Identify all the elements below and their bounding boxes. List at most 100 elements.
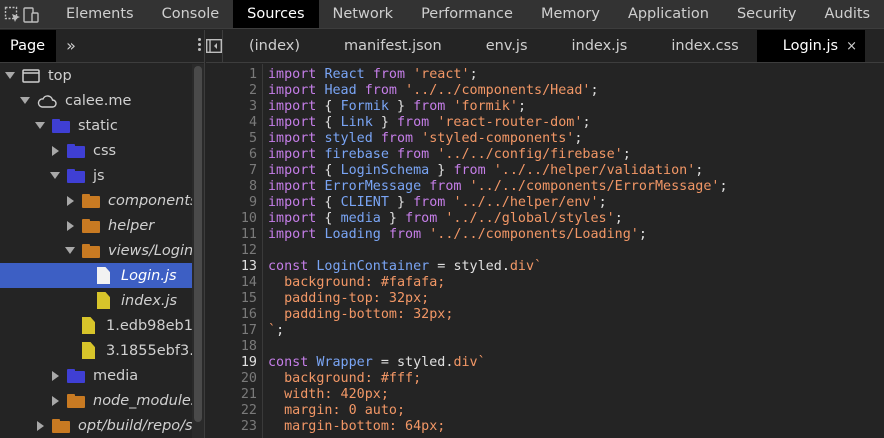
tree-item-1-edb98eb1-chunk-js[interactable]: 1.edb98eb1.chunk.js bbox=[0, 313, 204, 338]
tab-performance[interactable]: Performance bbox=[407, 0, 527, 28]
tree-item-views-login[interactable]: views/Login bbox=[0, 238, 204, 263]
line-number[interactable]: 3 bbox=[217, 99, 257, 115]
code-token: Formik bbox=[340, 99, 389, 114]
line-number[interactable]: 22 bbox=[217, 403, 257, 419]
file-icon bbox=[97, 292, 110, 309]
folder-icon bbox=[52, 418, 70, 433]
code-token: '../../helper/validation' bbox=[493, 163, 696, 178]
tree-item-node-modules[interactable]: node_modules bbox=[0, 388, 204, 413]
code-token: = bbox=[429, 259, 454, 274]
device-toolbar-icon[interactable] bbox=[22, 0, 40, 28]
tree-item-js[interactable]: js bbox=[0, 163, 204, 188]
code-token: from bbox=[397, 115, 430, 130]
line-number[interactable]: 16 bbox=[217, 307, 257, 323]
tree-item-opt-build-repo-src-c[interactable]: opt/build/repo/src/c bbox=[0, 413, 204, 438]
collapsed-arrow-icon[interactable] bbox=[49, 145, 61, 157]
line-number[interactable]: 13 bbox=[217, 259, 257, 275]
editor-tab-label: (index) bbox=[249, 37, 300, 54]
line-number[interactable]: 15 bbox=[217, 291, 257, 307]
code-area[interactable]: 1 2 3 4 5 6 7 8 9 10 11 12 13 14 15 16 17 18 19 20 21 22 23 im… bbox=[206, 64, 884, 438]
collapsed-arrow-icon[interactable] bbox=[49, 395, 61, 407]
line-number[interactable]: 4 bbox=[217, 115, 257, 131]
tab-memory[interactable]: Memory bbox=[527, 0, 614, 28]
tab-elements[interactable]: Elements bbox=[52, 0, 148, 28]
line-number[interactable]: 12 bbox=[217, 243, 257, 259]
line-number[interactable]: 9 bbox=[217, 195, 257, 211]
code-token: import bbox=[268, 227, 317, 242]
editor-tab-env-js[interactable]: env.js bbox=[460, 30, 546, 62]
tree-item-static[interactable]: static bbox=[0, 113, 204, 138]
tab-security[interactable]: Security bbox=[723, 0, 811, 28]
line-number-gutter[interactable]: 1 2 3 4 5 6 7 8 9 10 11 12 13 14 15 16 17 18 19 20 21 22 23 bbox=[206, 64, 263, 438]
line-number[interactable]: 6 bbox=[217, 147, 257, 163]
expanded-arrow-icon[interactable] bbox=[49, 170, 61, 182]
collapsed-arrow-icon[interactable] bbox=[64, 195, 76, 207]
collapsed-arrow-icon[interactable] bbox=[49, 370, 61, 382]
kebab-menu-icon[interactable] bbox=[196, 38, 202, 54]
code-token: from bbox=[429, 179, 462, 194]
tab-audits[interactable]: Audits bbox=[811, 0, 884, 28]
tree-item-top[interactable]: top bbox=[0, 63, 204, 88]
line-number[interactable]: 20 bbox=[217, 371, 257, 387]
tab-sources[interactable]: Sources bbox=[233, 0, 319, 28]
toggle-navigator-icon[interactable] bbox=[206, 30, 223, 62]
line-number[interactable]: 23 bbox=[217, 419, 257, 435]
editor-tab-login-js[interactable]: Login.js × bbox=[756, 30, 865, 62]
close-tab-icon[interactable]: × bbox=[846, 30, 857, 62]
tab-page[interactable]: Page bbox=[0, 30, 56, 62]
more-tabs-icon[interactable]: » bbox=[56, 30, 86, 62]
editor-tab-index-js[interactable]: index.js bbox=[546, 30, 646, 62]
expanded-arrow-icon[interactable] bbox=[19, 95, 31, 107]
line-number[interactable]: 11 bbox=[217, 227, 257, 243]
tree-item-calee-me[interactable]: calee.me bbox=[0, 88, 204, 113]
navigator-scrollbar[interactable] bbox=[192, 64, 204, 438]
code-token: import bbox=[268, 131, 317, 146]
line-number[interactable]: 21 bbox=[217, 387, 257, 403]
editor-tab-index-css[interactable]: index.css bbox=[645, 30, 756, 62]
code-token: LoginSchema bbox=[340, 163, 430, 178]
line-number[interactable]: 5 bbox=[217, 131, 257, 147]
code-line: import Head from '../../components/Head'… bbox=[268, 83, 599, 99]
line-number[interactable]: 19 bbox=[217, 355, 257, 371]
code-line: `; bbox=[268, 323, 284, 339]
tab-network[interactable]: Network bbox=[319, 0, 408, 28]
code-token: Wrapper bbox=[316, 355, 373, 370]
tree-item-index-js[interactable]: index.js bbox=[0, 288, 204, 313]
tree-item-media[interactable]: media bbox=[0, 363, 204, 388]
code-token: ` bbox=[268, 323, 277, 338]
expanded-arrow-icon[interactable] bbox=[4, 70, 16, 82]
line-number[interactable]: 17 bbox=[217, 323, 257, 339]
tree-item-login-js[interactable]: Login.js bbox=[0, 263, 204, 288]
expanded-arrow-icon[interactable] bbox=[64, 245, 76, 257]
editor-tab-manifest-json[interactable]: manifest.json bbox=[318, 30, 460, 62]
line-number[interactable]: 18 bbox=[217, 339, 257, 355]
code-token: = bbox=[372, 355, 397, 370]
line-number[interactable]: 8 bbox=[217, 179, 257, 195]
line-number[interactable]: 2 bbox=[217, 83, 257, 99]
tree-item-css[interactable]: css bbox=[0, 138, 204, 163]
code-token: ; bbox=[598, 195, 607, 210]
tree-item-helper[interactable]: helper bbox=[0, 213, 204, 238]
tab-console[interactable]: Console bbox=[148, 0, 234, 28]
collapsed-arrow-icon[interactable] bbox=[34, 420, 46, 432]
code-line: background: #fff; bbox=[268, 371, 421, 387]
editor-tab-index[interactable]: (index) bbox=[223, 30, 318, 62]
scrollbar-thumb[interactable] bbox=[194, 66, 202, 422]
expanded-arrow-icon[interactable] bbox=[34, 120, 46, 132]
line-number[interactable]: 1 bbox=[217, 67, 257, 83]
file-tree: top calee.me static css js components helper vi… bbox=[0, 63, 204, 438]
code-token: . bbox=[501, 259, 510, 274]
editor-tab-index-js[interactable]: index.js bbox=[865, 30, 884, 62]
line-number[interactable]: 7 bbox=[217, 163, 257, 179]
collapsed-arrow-icon[interactable] bbox=[64, 220, 76, 232]
line-number[interactable]: 14 bbox=[217, 275, 257, 291]
devtools-toolbar: Elements Console Sources Network Performance… bbox=[0, 0, 884, 29]
tree-item-3-1855ebf3-chunk-js[interactable]: 3.1855ebf3.chunk.js bbox=[0, 338, 204, 363]
tree-item-components[interactable]: components bbox=[0, 188, 204, 213]
tab-application[interactable]: Application bbox=[614, 0, 723, 28]
line-number[interactable]: 10 bbox=[217, 211, 257, 227]
inspect-element-icon[interactable] bbox=[4, 0, 22, 28]
code-line: import { LoginSchema } from '../../helpe… bbox=[268, 163, 703, 179]
